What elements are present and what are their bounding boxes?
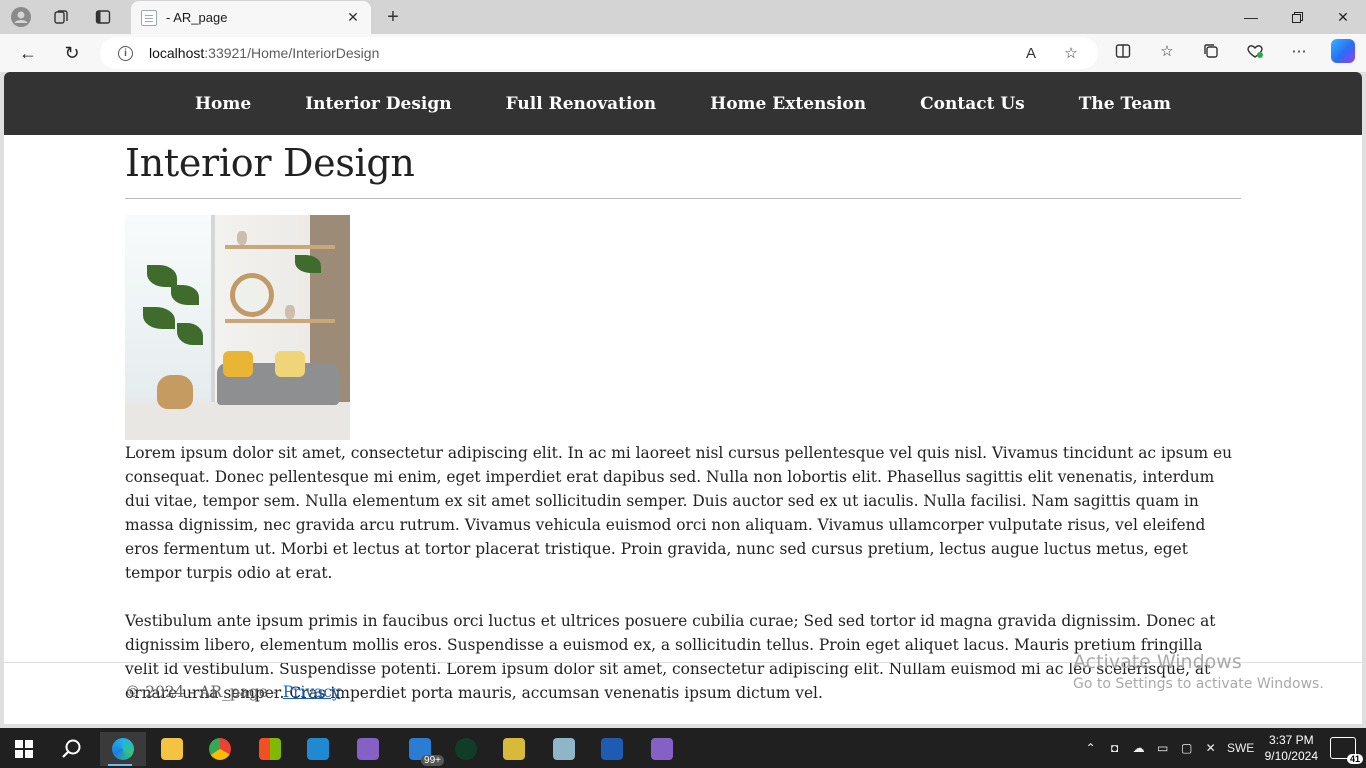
interior-photo xyxy=(125,215,350,440)
language-indicator[interactable]: SWE xyxy=(1223,741,1259,755)
back-arrow-icon[interactable]: ← xyxy=(14,40,42,66)
paint-app-icon[interactable] xyxy=(494,732,534,766)
footer-copyright-text: © 2024 - AR_page - xyxy=(125,683,283,701)
nav-home[interactable]: Home xyxy=(168,94,278,114)
search-icon[interactable] xyxy=(52,732,92,766)
network-icon[interactable]: ▢ xyxy=(1175,741,1199,755)
nav-contact-us[interactable]: Contact Us xyxy=(893,94,1052,114)
volume-muted-icon[interactable]: ✕ xyxy=(1199,741,1223,755)
footer-copyright: © 2024 - AR_page - Privacy xyxy=(125,683,341,701)
favorite-star-icon[interactable]: ☆ xyxy=(1058,41,1084,65)
read-aloud-icon[interactable]: A xyxy=(1018,41,1044,65)
close-tab-icon[interactable]: ✕ xyxy=(341,6,365,30)
close-window-icon[interactable]: ✕ xyxy=(1320,0,1366,34)
show-hidden-icons-icon[interactable]: ⌃ xyxy=(1079,741,1103,755)
minimize-icon[interactable]: — xyxy=(1228,0,1274,34)
more-options-icon[interactable]: ⋯ xyxy=(1286,39,1312,63)
visual-studio-2-icon[interactable] xyxy=(642,732,682,766)
store-icon[interactable] xyxy=(250,732,290,766)
tab-title: - AR_page xyxy=(166,10,228,25)
activate-windows-watermark: Activate Windows Go to Settings to activ… xyxy=(1073,651,1324,692)
watermark-subtitle: Go to Settings to activate Windows. xyxy=(1073,676,1324,692)
file-explorer-icon[interactable] xyxy=(152,732,192,766)
clock-time: 3:37 PM xyxy=(1268,733,1314,747)
onedrive-icon[interactable]: ☁ xyxy=(1127,741,1151,755)
page-title: Interior Design xyxy=(125,141,415,185)
workspaces-icon[interactable] xyxy=(48,5,74,29)
system-tray: ⌃ ◘ ☁ ▭ ▢ ✕ SWE 3:37 PM 9/10/2024 41 xyxy=(1079,728,1366,768)
active-tab[interactable]: - AR_page ✕ xyxy=(131,1,371,34)
new-tab-icon[interactable]: + xyxy=(380,5,406,29)
site-info-icon[interactable]: i xyxy=(118,45,133,61)
browser-toolbar: ← ↻ i localhost:33921/Home/InteriorDesig… xyxy=(0,34,1366,72)
start-button[interactable] xyxy=(4,732,44,766)
page-favicon-icon xyxy=(141,9,157,26)
profile-icon[interactable] xyxy=(8,5,34,29)
main-content: Interior Design Lorem ipsum dolor sit am… xyxy=(125,135,1241,705)
privacy-link[interactable]: Privacy xyxy=(283,683,341,701)
collections-icon[interactable] xyxy=(1198,39,1224,63)
mail-icon[interactable]: 99+ xyxy=(400,732,444,766)
favorites-icon[interactable]: ☆ xyxy=(1154,39,1180,63)
url-host: localhost xyxy=(149,45,205,61)
windows-taskbar: 99+ ⌃ ◘ ☁ ▭ ▢ ✕ SWE 3:37 PM 9/10/2024 41 xyxy=(0,728,1366,768)
visual-studio-icon[interactable] xyxy=(348,732,388,766)
nav-full-renovation[interactable]: Full Renovation xyxy=(479,94,684,114)
meet-now-icon[interactable]: ◘ xyxy=(1103,741,1127,755)
notification-count: 41 xyxy=(1346,754,1363,764)
page-viewport: Home Interior Design Full Renovation Hom… xyxy=(4,72,1362,724)
nav-the-team[interactable]: The Team xyxy=(1052,94,1198,114)
refresh-icon[interactable]: ↻ xyxy=(58,40,86,66)
mongodb-icon[interactable] xyxy=(446,732,486,766)
watermark-title: Activate Windows xyxy=(1073,651,1242,673)
drive-icon[interactable]: ▭ xyxy=(1151,741,1175,755)
site-navbar: Home Interior Design Full Renovation Hom… xyxy=(4,72,1362,135)
tab-actions-icon[interactable] xyxy=(90,5,116,29)
notifications-icon[interactable]: 41 xyxy=(1330,737,1363,764)
restore-icon[interactable] xyxy=(1274,0,1320,34)
clock[interactable]: 3:37 PM 9/10/2024 xyxy=(1265,732,1318,764)
split-screen-icon[interactable] xyxy=(1110,39,1136,63)
divider xyxy=(125,198,1241,199)
url-path: :33921/Home/InteriorDesign xyxy=(204,45,380,61)
notes-app-icon[interactable] xyxy=(544,732,584,766)
browser-essentials-icon[interactable] xyxy=(1242,39,1268,63)
paragraph-1: Lorem ipsum dolor sit amet, consectetur … xyxy=(125,444,1232,582)
vscode-icon[interactable] xyxy=(298,732,338,766)
powershell-icon[interactable] xyxy=(592,732,632,766)
nav-interior-design[interactable]: Interior Design xyxy=(278,94,478,114)
nav-home-extension[interactable]: Home Extension xyxy=(683,94,893,114)
copilot-icon[interactable] xyxy=(1330,39,1356,63)
chrome-icon[interactable] xyxy=(200,732,240,766)
address-bar[interactable]: i localhost:33921/Home/InteriorDesign A … xyxy=(100,37,1098,69)
edge-taskbar-icon[interactable] xyxy=(100,732,146,766)
mail-badge: 99+ xyxy=(421,755,444,766)
clock-date: 9/10/2024 xyxy=(1264,749,1318,763)
browser-tab-bar: - AR_page ✕ + — ✕ xyxy=(0,0,1366,34)
